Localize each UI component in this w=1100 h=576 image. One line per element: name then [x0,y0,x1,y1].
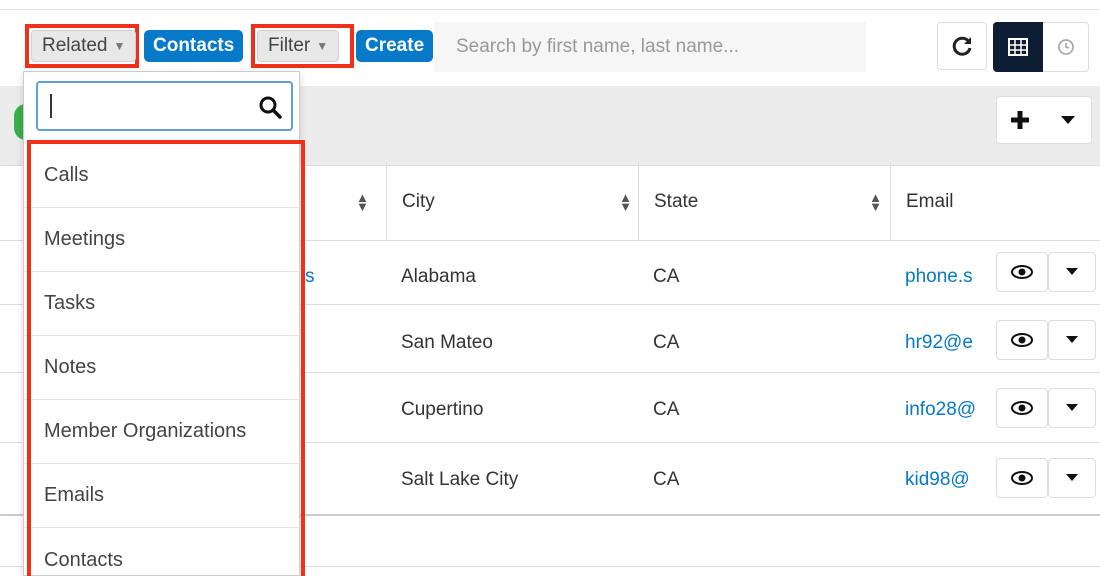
list-view-button[interactable] [993,22,1043,72]
row-actions-button[interactable] [1048,458,1096,498]
column-divider [638,162,639,240]
grid-icon [1008,38,1028,56]
column-header-city[interactable]: City ▲ ▼ [402,162,632,242]
column-header-state[interactable]: State ▲ ▼ [654,162,882,242]
clock-icon [1058,39,1074,55]
row-actions-button[interactable] [1048,320,1096,360]
related-label: Related [42,35,108,56]
refresh-icon [952,36,972,56]
row-city: Cupertino [401,399,484,420]
row-preview-button[interactable] [996,252,1048,292]
eye-icon [1011,333,1033,347]
caret-down-icon [1066,404,1078,411]
column-label: Email [906,191,954,212]
eye-icon [1011,401,1033,415]
eye-icon [1011,471,1033,485]
row-email-link[interactable]: info28@ [905,378,989,442]
activity-view-button[interactable] [1043,22,1089,72]
sort-icon: ▲ ▼ [869,190,882,214]
caret-down-icon [1066,336,1078,343]
row-state: CA [653,332,680,353]
filter-label: Filter [268,35,311,56]
column-header-name[interactable]: ▲ ▼ [300,162,386,242]
refresh-button[interactable] [937,22,987,70]
caret-down-icon: ▼ [316,39,329,53]
top-divider [0,0,1100,10]
row-preview-button[interactable] [996,388,1048,428]
create-actions-menu-button[interactable] [1044,96,1092,144]
related-button[interactable]: Related ▼ [31,30,137,62]
text-cursor [50,94,52,118]
eye-icon [1011,265,1033,279]
row-email-link[interactable]: hr92@e [905,311,989,375]
row-state: CA [653,469,680,490]
caret-down-icon [1066,474,1078,481]
create-label: Create [365,35,425,56]
row-city: San Mateo [401,332,493,353]
search-placeholder: Search by first name, last name... [456,36,740,57]
column-divider [890,162,891,240]
column-label: City [402,191,435,212]
search-icon [259,96,282,119]
row-state: CA [653,266,680,287]
row-name-link[interactable]: s [305,245,315,309]
column-header-email[interactable]: Email [906,162,1006,242]
row-state: CA [653,399,680,420]
row-city: Alabama [401,266,476,287]
column-divider [386,162,387,240]
sort-icon: ▲ ▼ [356,190,369,214]
related-items-highlight [27,140,305,576]
column-label: State [654,191,699,212]
add-record-button[interactable] [996,96,1044,144]
plus-icon [1011,111,1029,129]
caret-down-icon [1061,115,1075,124]
row-email-link[interactable]: kid98@ [905,448,989,512]
contacts-module-button[interactable]: Contacts [144,30,244,62]
row-preview-button[interactable] [996,320,1048,360]
caret-down-icon [1066,268,1078,275]
row-actions-button[interactable] [1048,388,1096,428]
caret-down-icon: ▼ [113,39,126,53]
create-button[interactable]: Create [356,30,434,62]
sort-icon: ▲ ▼ [619,190,632,214]
list-search-input[interactable]: Search by first name, last name... [434,22,866,72]
row-actions-button[interactable] [1048,252,1096,292]
contacts-label: Contacts [153,35,235,56]
row-preview-button[interactable] [996,458,1048,498]
filter-button[interactable]: Filter ▼ [257,30,340,62]
row-city: Salt Lake City [401,469,519,490]
related-search-input[interactable] [36,81,293,131]
row-email-link[interactable]: phone.s [905,245,989,309]
